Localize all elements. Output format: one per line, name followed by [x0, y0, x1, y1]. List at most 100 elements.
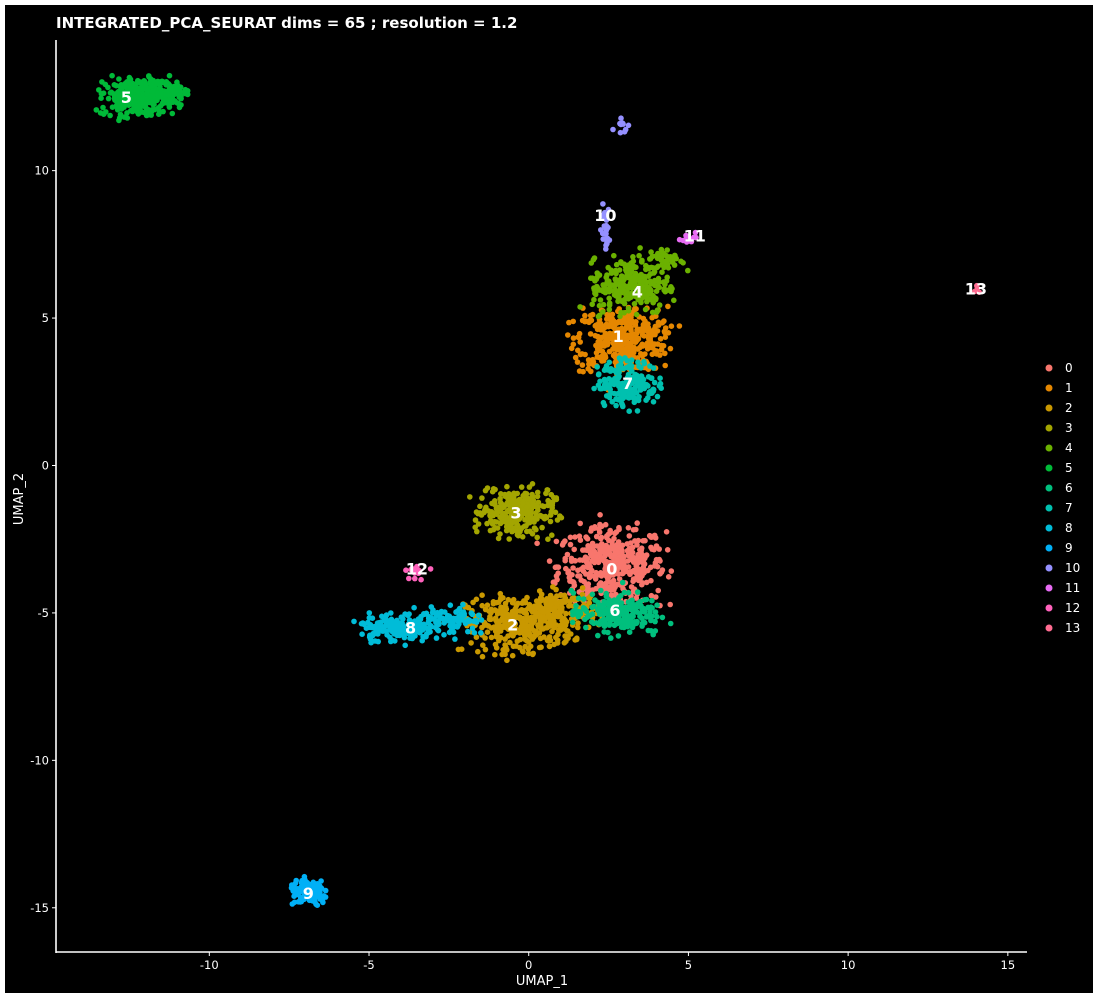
point	[579, 351, 585, 357]
point	[466, 617, 472, 623]
point	[318, 878, 324, 884]
point	[532, 515, 538, 521]
point	[646, 532, 653, 539]
point	[602, 378, 609, 385]
point	[155, 78, 161, 85]
point	[411, 604, 417, 611]
point	[658, 254, 665, 261]
point	[662, 362, 668, 369]
point	[460, 601, 466, 608]
legend-label-8: 8	[1065, 521, 1073, 535]
x-tick-label: 10	[841, 958, 856, 972]
point	[489, 488, 496, 495]
cluster-label-4: 4	[632, 283, 643, 302]
point	[468, 640, 474, 646]
cluster-label-10: 10	[594, 206, 616, 225]
point	[366, 624, 372, 631]
point	[493, 519, 500, 525]
point	[415, 616, 422, 622]
point	[623, 323, 630, 330]
point	[492, 651, 498, 658]
point	[619, 400, 625, 407]
point	[618, 357, 624, 364]
point	[157, 84, 163, 90]
cluster-5-points	[93, 72, 191, 124]
point	[503, 606, 510, 612]
point	[477, 503, 483, 510]
point	[637, 387, 644, 393]
point	[594, 270, 600, 276]
legend-key-5	[1045, 464, 1053, 472]
point	[652, 609, 659, 615]
point	[618, 121, 624, 128]
point	[557, 513, 563, 519]
legend-label-3: 3	[1065, 421, 1073, 435]
point	[494, 632, 500, 638]
point	[597, 543, 603, 549]
point	[563, 638, 569, 645]
point	[478, 630, 484, 636]
point	[606, 295, 612, 302]
point	[657, 380, 664, 387]
point	[570, 590, 577, 596]
point	[599, 327, 606, 333]
point	[654, 307, 661, 314]
point	[617, 283, 623, 290]
point	[182, 90, 189, 97]
point	[313, 901, 319, 908]
point	[662, 329, 668, 336]
legend-label-7: 7	[1065, 501, 1073, 515]
point	[501, 503, 508, 510]
point	[589, 604, 595, 611]
point	[634, 408, 641, 414]
point	[628, 363, 635, 369]
point	[615, 633, 622, 639]
point	[392, 620, 399, 627]
point	[613, 402, 619, 409]
point	[477, 510, 483, 516]
point	[626, 622, 633, 629]
point	[513, 528, 520, 534]
point	[434, 626, 441, 633]
point	[597, 512, 603, 518]
cluster-label-11: 11	[684, 227, 706, 246]
point	[600, 616, 607, 623]
point	[600, 603, 607, 609]
y-tick-label: 10	[34, 164, 49, 178]
point	[459, 617, 465, 623]
point	[636, 252, 642, 259]
point	[553, 622, 560, 628]
legend-key-2	[1045, 404, 1053, 412]
point	[575, 595, 582, 602]
point	[150, 99, 157, 106]
point	[649, 390, 655, 397]
point	[582, 312, 588, 319]
point	[664, 247, 670, 253]
point	[565, 628, 571, 634]
point	[509, 599, 516, 606]
point	[572, 534, 578, 540]
point	[546, 558, 553, 564]
point	[625, 548, 631, 555]
point	[602, 521, 609, 528]
point	[554, 610, 561, 617]
point	[615, 375, 621, 381]
point	[634, 589, 641, 595]
point	[649, 314, 655, 321]
point	[637, 245, 643, 251]
point	[641, 358, 647, 365]
point	[360, 620, 366, 626]
point	[479, 592, 485, 598]
point	[571, 546, 577, 553]
point	[109, 72, 115, 79]
point	[452, 636, 458, 642]
point	[570, 565, 576, 571]
point	[667, 601, 673, 608]
point	[524, 594, 530, 601]
point	[520, 649, 526, 655]
x-tick-label: 5	[685, 958, 692, 972]
point	[599, 571, 606, 577]
point	[610, 126, 616, 133]
point	[562, 555, 568, 562]
point	[421, 611, 428, 618]
